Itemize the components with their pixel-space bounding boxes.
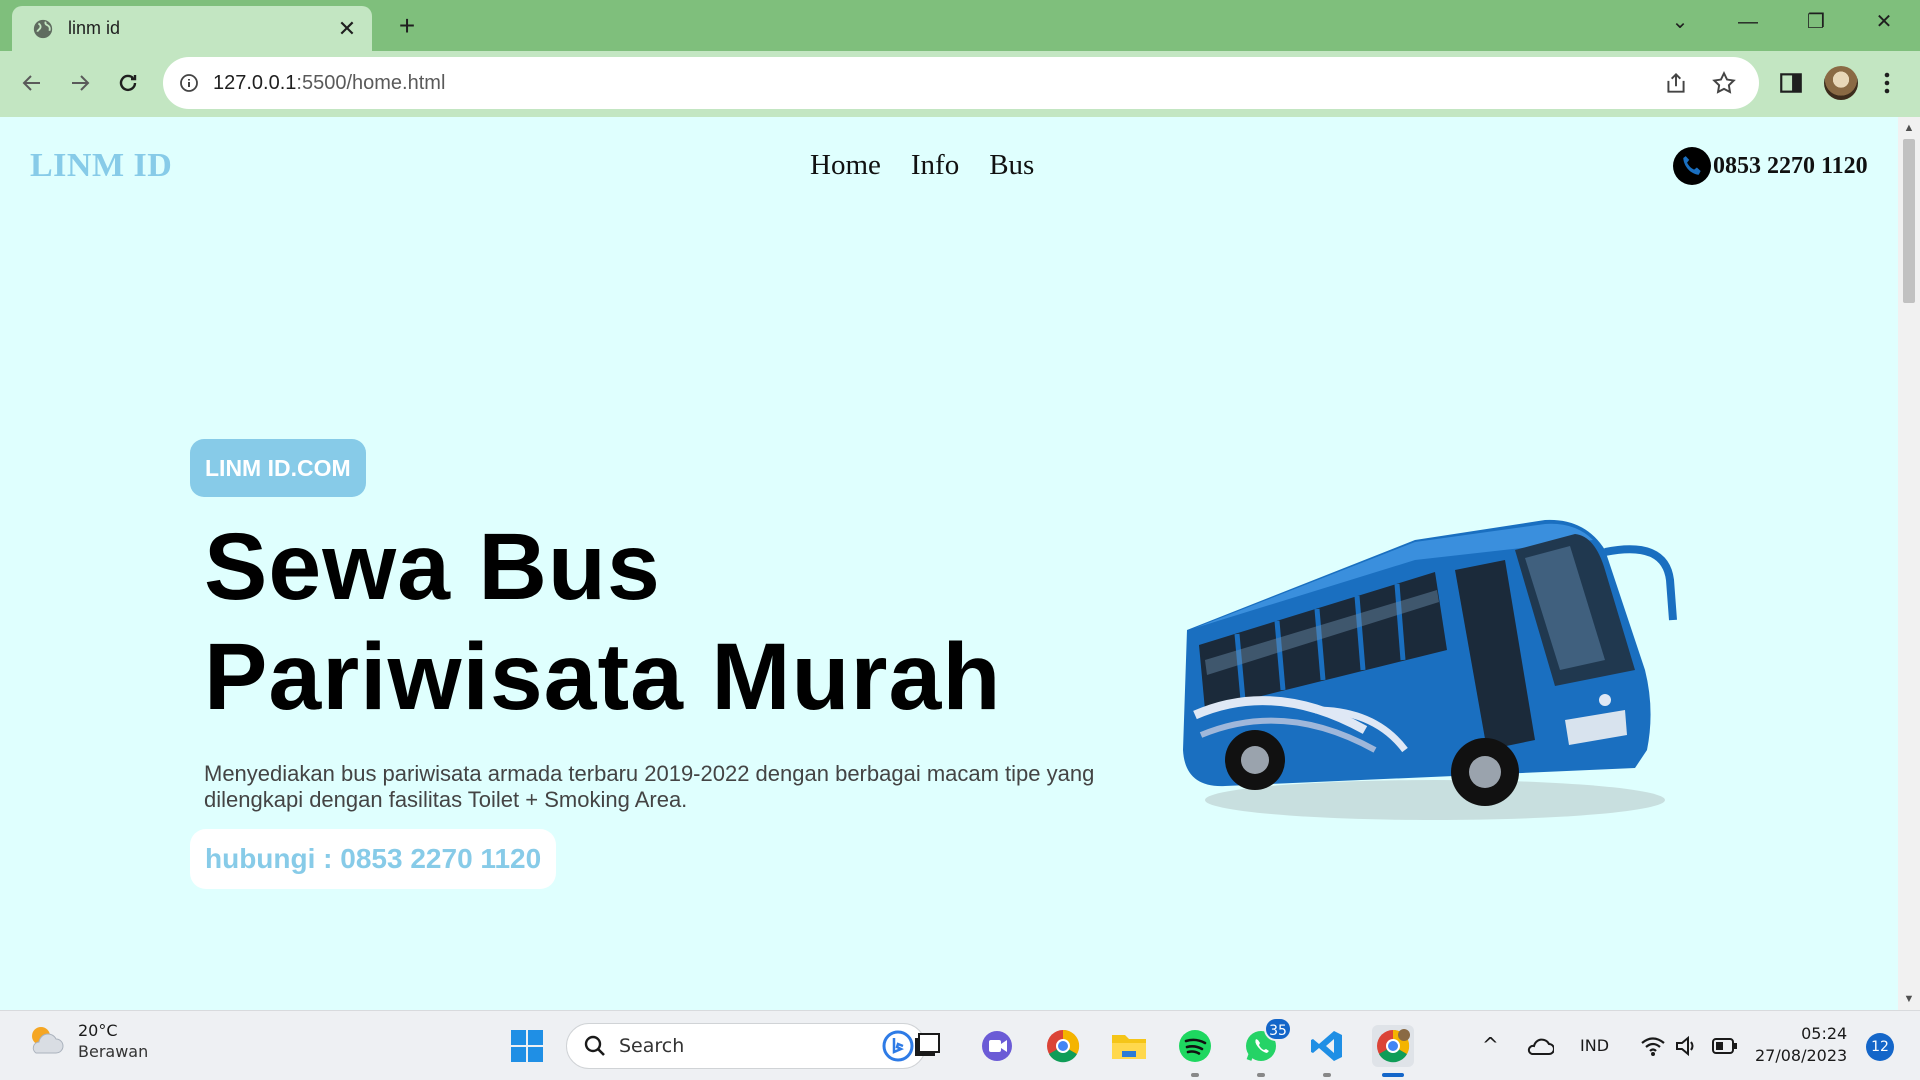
reload-button[interactable] bbox=[110, 65, 146, 101]
system-clock[interactable]: 05:24 27/08/2023 bbox=[1755, 1023, 1847, 1067]
tab-title: linm id bbox=[68, 18, 121, 38]
profile-avatar[interactable] bbox=[1824, 66, 1858, 100]
volume-icon[interactable] bbox=[1674, 1035, 1698, 1057]
browser-tab[interactable]: linm id ✕ bbox=[12, 6, 372, 51]
minimize-button[interactable]: — bbox=[1728, 8, 1768, 36]
site-badge: LINM ID.COM bbox=[190, 439, 366, 497]
forward-button[interactable] bbox=[62, 65, 98, 101]
search-icon bbox=[584, 1035, 605, 1056]
onedrive-cloud-icon[interactable] bbox=[1526, 1035, 1554, 1057]
bookmark-star-icon[interactable] bbox=[1711, 70, 1737, 96]
running-indicator bbox=[1323, 1073, 1331, 1077]
whatsapp-unread-badge: 35 bbox=[1264, 1017, 1292, 1041]
taskbar-search[interactable]: Search bbox=[566, 1023, 926, 1069]
main-nav: Home Info Bus bbox=[810, 149, 1034, 182]
new-tab-button[interactable]: + bbox=[390, 10, 424, 44]
taskbar-chrome-active[interactable] bbox=[1372, 1025, 1414, 1077]
vscode-icon bbox=[1311, 1031, 1342, 1061]
web-page: LINM ID Home Info Bus 0853 2270 1120 LIN… bbox=[0, 117, 1898, 1010]
taskbar: 20°C Berawan Search 35 ^ IND 05:24 27/08… bbox=[0, 1010, 1920, 1080]
headline-line-2: Pariwisata Murah bbox=[204, 624, 1002, 730]
scroll-thumb[interactable] bbox=[1903, 139, 1915, 303]
start-button[interactable] bbox=[506, 1025, 548, 1067]
hero-headline: Sewa Bus Pariwisata Murah bbox=[204, 512, 1001, 732]
phone-number: 0853 2270 1120 bbox=[1713, 152, 1868, 179]
wifi-icon[interactable] bbox=[1640, 1035, 1666, 1057]
windows-logo-icon bbox=[511, 1030, 543, 1062]
info-icon bbox=[180, 74, 198, 92]
headline-line-1: Sewa Bus bbox=[204, 514, 661, 620]
chat-icon bbox=[982, 1031, 1012, 1061]
phone-icon bbox=[1673, 147, 1711, 185]
share-icon[interactable] bbox=[1663, 70, 1689, 96]
tab-close-icon[interactable]: ✕ bbox=[336, 17, 358, 40]
url-text: 127.0.0.1:5500/home.html bbox=[213, 71, 446, 94]
back-button[interactable] bbox=[14, 65, 50, 101]
cloudy-sun-icon bbox=[32, 1027, 64, 1054]
taskbar-vscode[interactable] bbox=[1306, 1025, 1348, 1077]
back-arrow-icon bbox=[22, 75, 40, 91]
clock-date: 27/08/2023 bbox=[1755, 1046, 1848, 1065]
nav-link-bus[interactable]: Bus bbox=[989, 149, 1034, 182]
browser-tab-bar: linm id ✕ + ⌄ — ❐ ✕ bbox=[0, 0, 1920, 51]
address-bar[interactable]: 127.0.0.1:5500/home.html bbox=[163, 57, 1759, 109]
scroll-up-icon[interactable]: ▲ bbox=[1898, 119, 1920, 137]
chrome-profile-icon bbox=[1377, 1029, 1410, 1063]
taskbar-teams[interactable] bbox=[976, 1025, 1018, 1067]
taskbar-chrome[interactable] bbox=[1042, 1025, 1084, 1067]
menu-dots-icon[interactable] bbox=[1876, 70, 1898, 96]
nav-link-info[interactable]: Info bbox=[911, 149, 959, 182]
tab-search-icon[interactable]: ⌄ bbox=[1660, 8, 1700, 36]
spotify-icon bbox=[1179, 1030, 1211, 1062]
input-language[interactable]: IND bbox=[1580, 1036, 1609, 1055]
reload-icon bbox=[119, 74, 137, 92]
notification-badge[interactable]: 12 bbox=[1866, 1033, 1894, 1061]
clock-time: 05:24 bbox=[1801, 1024, 1848, 1043]
header-phone[interactable]: 0853 2270 1120 bbox=[1673, 147, 1868, 185]
battery-icon[interactable] bbox=[1712, 1037, 1738, 1055]
scroll-down-icon[interactable]: ▼ bbox=[1898, 990, 1920, 1008]
running-indicator bbox=[1191, 1073, 1199, 1077]
browser-toolbar: 127.0.0.1:5500/home.html bbox=[0, 51, 1920, 117]
bus-image bbox=[1183, 519, 1677, 820]
show-hidden-icons[interactable]: ^ bbox=[1482, 1033, 1499, 1057]
restore-button[interactable]: ❐ bbox=[1796, 8, 1836, 36]
running-indicator bbox=[1257, 1073, 1265, 1077]
forward-arrow-icon bbox=[72, 75, 90, 91]
weather-temperature: 20°C bbox=[78, 1021, 118, 1040]
globe-icon bbox=[33, 19, 53, 38]
search-placeholder: Search bbox=[619, 1035, 685, 1057]
task-view-icon bbox=[915, 1033, 940, 1056]
page-scrollbar[interactable]: ▲ ▼ bbox=[1898, 117, 1920, 1010]
weather-widget[interactable]: 20°C Berawan bbox=[26, 1021, 148, 1061]
side-panel-icon[interactable] bbox=[1778, 70, 1804, 96]
site-logo[interactable]: LINM ID bbox=[30, 147, 172, 185]
taskbar-file-explorer[interactable] bbox=[1108, 1025, 1150, 1067]
weather-condition: Berawan bbox=[78, 1042, 149, 1061]
taskbar-whatsapp[interactable]: 35 bbox=[1240, 1017, 1292, 1077]
contact-cta-button[interactable]: hubungi : 0853 2270 1120 bbox=[190, 829, 557, 889]
chrome-icon bbox=[1047, 1029, 1080, 1063]
taskbar-task-view[interactable] bbox=[906, 1025, 948, 1067]
folder-icon bbox=[1112, 1035, 1146, 1059]
taskbar-spotify[interactable] bbox=[1174, 1025, 1216, 1077]
active-indicator bbox=[1382, 1073, 1404, 1077]
close-window-button[interactable]: ✕ bbox=[1864, 8, 1904, 36]
nav-link-home[interactable]: Home bbox=[810, 149, 881, 182]
hero-description: Menyediakan bus pariwisata armada terbar… bbox=[204, 761, 1095, 812]
